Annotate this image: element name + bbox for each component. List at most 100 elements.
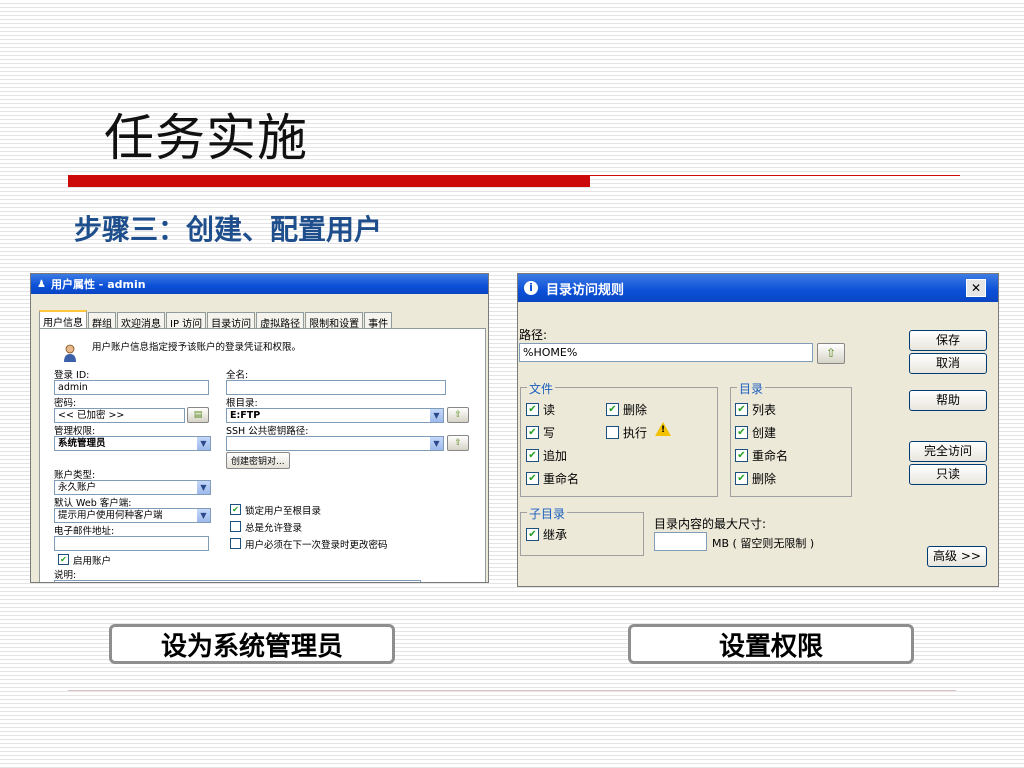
- enable-account-checkbox[interactable]: ✔: [58, 554, 69, 565]
- file-read-checkbox[interactable]: ✔: [526, 403, 539, 416]
- read-only-button[interactable]: 只读: [909, 464, 987, 485]
- cancel-button[interactable]: 取消: [909, 353, 987, 374]
- web-client-value: 提示用户使用何种客户端: [58, 510, 163, 521]
- file-read-label: 读: [543, 403, 556, 417]
- notes-label: 说明:: [54, 570, 77, 581]
- inherit-checkbox[interactable]: ✔: [526, 528, 539, 541]
- password-field[interactable]: << 已加密 >>: [54, 408, 185, 423]
- folder-up-icon: ⇧: [825, 346, 837, 360]
- fullname-field[interactable]: [226, 380, 446, 395]
- fullname-label: 全名:: [226, 370, 249, 381]
- dialog-title: 用户属性 - admin: [50, 278, 146, 291]
- change-password-checkbox[interactable]: [230, 538, 241, 549]
- enable-account-label: 启用账户: [73, 556, 112, 567]
- password-label: 密码:: [54, 398, 77, 409]
- dir-permissions-group: 目录: [730, 380, 852, 497]
- account-type-value: 永久账户: [58, 482, 97, 493]
- web-client-label: 默认 Web 客户端:: [54, 498, 132, 509]
- folder-up-icon: ⇧: [454, 410, 462, 420]
- step-heading: 步骤三：创建、配置用户: [74, 213, 383, 246]
- title-underline-bar: [68, 175, 590, 187]
- caption-set-admin: 设为系统管理员: [109, 624, 395, 664]
- root-dir-browse-button[interactable]: ⇧: [447, 407, 469, 423]
- dialog-titlebar[interactable]: ♟ 用户属性 - admin: [31, 274, 488, 294]
- email-label: 电子邮件地址:: [54, 526, 115, 537]
- chevron-down-icon[interactable]: ▼: [197, 509, 210, 522]
- ssh-key-browse-button[interactable]: ⇧: [447, 435, 469, 451]
- login-id-field[interactable]: admin: [54, 380, 209, 395]
- file-rename-label: 重命名: [543, 472, 580, 486]
- admin-rights-select[interactable]: 系统管理员 ▼: [54, 436, 211, 451]
- chevron-down-icon[interactable]: ▼: [197, 437, 210, 450]
- allow-login-checkbox[interactable]: [230, 521, 241, 532]
- dialog-title: 目录访问规则: [546, 282, 625, 298]
- bottom-divider: [68, 690, 956, 691]
- dir-group-label: 目录: [737, 380, 766, 397]
- dir-rename-label: 重命名: [752, 449, 789, 463]
- user-icon: ♟: [37, 278, 46, 290]
- path-field[interactable]: %HOME%: [519, 343, 813, 362]
- title-underline-line: [590, 175, 960, 176]
- inherit-label: 继承: [543, 528, 568, 542]
- create-key-pair-button[interactable]: 创建密钥对...: [226, 452, 290, 469]
- user-properties-dialog: ♟ 用户属性 - admin 用户信息 群组 欢迎消息 IP 访问 目录访问 虚…: [30, 273, 489, 583]
- advanced-button[interactable]: 高级 >>: [927, 546, 987, 567]
- max-size-field[interactable]: [654, 532, 707, 551]
- user-info-description: 用户账户信息指定授予该账户的登录凭证和权限。: [92, 342, 302, 353]
- dir-create-label: 创建: [752, 426, 777, 440]
- change-password-label: 用户必须在下一次登录时更改密码: [245, 540, 388, 551]
- user-avatar-icon: [64, 344, 76, 362]
- dir-create-checkbox[interactable]: ✔: [735, 426, 748, 439]
- max-size-label: 目录内容的最大尺寸:: [654, 517, 767, 531]
- path-browse-button[interactable]: ⇧: [817, 343, 845, 364]
- folder-icon: ▤: [193, 410, 203, 420]
- dir-delete-label: 删除: [752, 472, 777, 486]
- root-dir-value: E:FTP: [230, 410, 261, 421]
- chevron-down-icon[interactable]: ▼: [430, 409, 443, 422]
- notes-field[interactable]: [54, 580, 421, 582]
- file-append-label: 追加: [543, 449, 568, 463]
- lock-root-label: 锁定用户至根目录: [245, 506, 322, 517]
- admin-rights-value: 系统管理员: [58, 438, 106, 449]
- email-field[interactable]: [54, 536, 209, 551]
- full-access-button[interactable]: 完全访问: [909, 441, 987, 462]
- ssh-key-select[interactable]: ▼: [226, 436, 444, 451]
- root-dir-select[interactable]: E:FTP ▼: [226, 408, 444, 423]
- warning-mark: !: [661, 425, 666, 435]
- slide-title: 任务实施: [104, 109, 308, 167]
- dir-delete-checkbox[interactable]: ✔: [735, 472, 748, 485]
- password-edit-button[interactable]: ▤: [187, 407, 209, 423]
- close-button[interactable]: ✕: [966, 279, 986, 297]
- caption-set-permissions: 设置权限: [628, 624, 914, 664]
- root-dir-label: 根目录:: [226, 398, 258, 409]
- file-delete-checkbox[interactable]: ✔: [606, 403, 619, 416]
- file-execute-checkbox[interactable]: [606, 426, 619, 439]
- help-button[interactable]: 帮助: [909, 390, 987, 411]
- lock-root-checkbox[interactable]: ✔: [230, 504, 241, 515]
- account-type-select[interactable]: 永久账户 ▼: [54, 480, 211, 495]
- user-info-panel: 用户账户信息指定授予该账户的登录凭证和权限。 登录 ID: admin 全名: …: [39, 328, 486, 582]
- login-id-label: 登录 ID:: [54, 370, 90, 381]
- web-client-select[interactable]: 提示用户使用何种客户端 ▼: [54, 508, 211, 523]
- file-write-label: 写: [543, 426, 556, 440]
- file-write-checkbox[interactable]: ✔: [526, 426, 539, 439]
- admin-rights-label: 管理权限:: [54, 426, 96, 437]
- subdir-group-label: 子目录: [527, 505, 568, 522]
- chevron-down-icon[interactable]: ▼: [430, 437, 443, 450]
- file-rename-checkbox[interactable]: ✔: [526, 472, 539, 485]
- dir-rename-checkbox[interactable]: ✔: [735, 449, 748, 462]
- chevron-down-icon[interactable]: ▼: [197, 481, 210, 494]
- dir-list-label: 列表: [752, 403, 777, 417]
- file-execute-label: 执行: [623, 426, 648, 440]
- max-size-unit-note: MB ( 留空则无限制 ): [712, 537, 815, 550]
- dialog-titlebar[interactable]: i 目录访问规则 ✕: [518, 274, 998, 302]
- info-icon: i: [524, 281, 538, 295]
- file-append-checkbox[interactable]: ✔: [526, 449, 539, 462]
- dir-access-dialog: i 目录访问规则 ✕ 路径: %HOME% ⇧ 文件 ✔ 读 ✔ 写 ✔ 追加 …: [517, 273, 999, 587]
- dir-list-checkbox[interactable]: ✔: [735, 403, 748, 416]
- allow-login-label: 总是允许登录: [245, 523, 303, 534]
- folder-up-icon: ⇧: [454, 438, 462, 448]
- save-button[interactable]: 保存: [909, 330, 987, 351]
- file-delete-label: 删除: [623, 403, 648, 417]
- ssh-key-label: SSH 公共密钥路径:: [226, 426, 309, 437]
